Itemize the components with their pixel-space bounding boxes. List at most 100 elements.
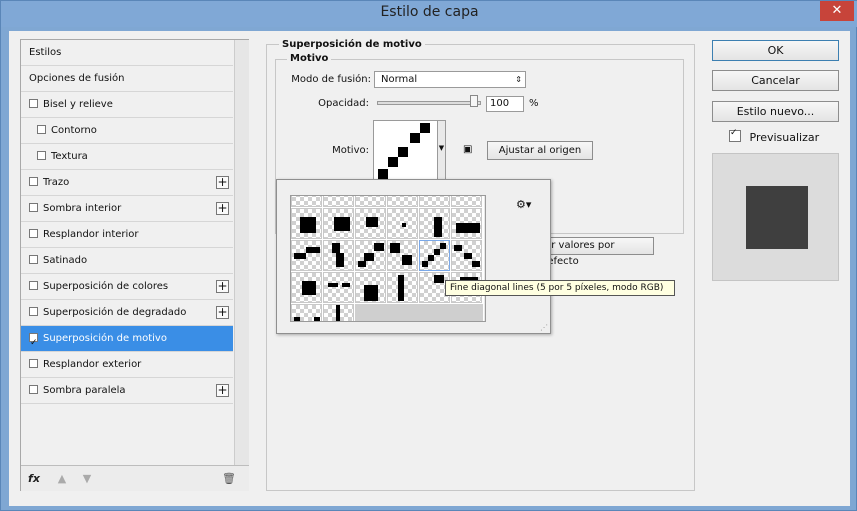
sidebar-item-label: Contorno (51, 125, 97, 136)
opacity-input[interactable]: 100 (486, 96, 524, 112)
gear-icon[interactable]: ⚙▾ (516, 198, 531, 211)
sidebar-item-label: Resplandor interior (43, 229, 139, 240)
cancel-button[interactable]: Cancelar (712, 70, 839, 91)
styles-list-scrollbar[interactable] (234, 40, 249, 465)
pattern-cell[interactable] (387, 272, 418, 303)
blend-mode-label: Modo de fusión: (291, 74, 371, 85)
move-up-icon[interactable]: ▲ (54, 471, 70, 487)
pattern-cell[interactable] (355, 208, 386, 239)
sidebar-item[interactable]: Superposición de motivo (21, 326, 233, 356)
pattern-mark (342, 283, 350, 287)
pattern-grid-empty (355, 304, 483, 321)
pattern-cell[interactable] (387, 240, 418, 271)
pattern-cell[interactable] (355, 240, 386, 271)
sidebar-item[interactable]: Contorno (21, 118, 233, 144)
pattern-cell[interactable] (355, 196, 386, 207)
move-down-icon[interactable]: ▼ (79, 471, 95, 487)
pattern-cell[interactable] (387, 196, 418, 207)
ok-button[interactable]: OK (712, 40, 839, 61)
fx-icon[interactable]: fx (26, 471, 42, 487)
pattern-cell[interactable] (323, 304, 354, 321)
checkbox[interactable] (29, 177, 38, 186)
new-preset-icon[interactable]: ▣ (463, 144, 472, 155)
pattern-cell[interactable] (323, 272, 354, 303)
opacity-label: Opacidad: (318, 98, 369, 109)
pattern-cell[interactable] (355, 272, 386, 303)
checkbox[interactable] (29, 255, 38, 264)
checkbox[interactable] (29, 385, 38, 394)
pattern-cell[interactable] (291, 240, 322, 271)
pattern-cell[interactable] (323, 196, 354, 207)
checkbox[interactable] (29, 229, 38, 238)
pattern-mark (428, 255, 434, 261)
scroll-down-icon[interactable]: ▼ (484, 311, 485, 319)
blend-mode-select[interactable]: Normal ⇕ (374, 71, 526, 88)
pattern-mark (294, 253, 306, 259)
pattern-mark (294, 317, 300, 321)
checkbox[interactable] (37, 125, 46, 134)
pattern-cell[interactable] (291, 208, 322, 239)
pattern-cell[interactable] (451, 196, 482, 207)
sidebar-item[interactable]: Superposición de colores + (21, 274, 233, 300)
pattern-cell[interactable] (387, 208, 418, 239)
sidebar-item[interactable]: Bisel y relieve (21, 92, 233, 118)
pattern-cell[interactable] (323, 208, 354, 239)
pattern-mark (374, 243, 384, 251)
sidebar-item[interactable]: Sombra paralela + (21, 378, 233, 404)
pattern-mark (472, 261, 480, 267)
checkbox[interactable] (29, 359, 38, 368)
snap-to-origin-button[interactable]: Ajustar al origen (487, 141, 593, 160)
pattern-cell[interactable] (419, 208, 450, 239)
sidebar-item[interactable]: Satinado (21, 248, 233, 274)
sidebar-item[interactable]: Resplandor interior (21, 222, 233, 248)
sidebar-item[interactable]: Superposición de degradado + (21, 300, 233, 326)
add-icon[interactable]: + (216, 202, 229, 215)
trash-icon[interactable]: 🗑 (221, 471, 237, 487)
pattern-cell[interactable] (291, 304, 322, 321)
preview-checkbox[interactable]: Previsualizar (729, 128, 819, 144)
pattern-picker-arrow[interactable]: ▼ (437, 120, 446, 181)
pattern-mark (434, 217, 442, 237)
pattern-cell[interactable] (323, 240, 354, 271)
preview-check-icon[interactable] (729, 128, 741, 142)
checkbox[interactable] (29, 281, 38, 290)
checkbox[interactable] (37, 151, 46, 160)
pattern-cell[interactable] (451, 240, 482, 271)
pattern-mark (390, 243, 400, 253)
window-title: Estilo de capa (380, 4, 479, 20)
opacity-slider[interactable] (377, 101, 481, 105)
pattern-grid-scrollbar[interactable]: ▲ ▼ (484, 196, 485, 321)
checkbox[interactable] (29, 331, 38, 356)
checkbox[interactable] (29, 203, 38, 212)
sidebar-item[interactable]: Trazo + (21, 170, 233, 196)
checkbox[interactable] (29, 99, 38, 108)
sidebar-item-label: Satinado (43, 255, 88, 266)
pattern-cell[interactable] (291, 196, 322, 207)
pattern-swatch[interactable] (373, 120, 439, 181)
pattern-cell[interactable] (451, 208, 482, 239)
sidebar-item[interactable]: Sombra interior + (21, 196, 233, 222)
checkbox[interactable] (29, 307, 38, 316)
add-icon[interactable]: + (216, 384, 229, 397)
opacity-slider-thumb[interactable] (470, 95, 478, 107)
add-icon[interactable]: + (216, 306, 229, 319)
new-style-button[interactable]: Estilo nuevo... (712, 101, 839, 122)
reset-defaults-button[interactable]: rar valores por defecto (536, 237, 654, 267)
sidebar-item[interactable]: Estilos (21, 40, 233, 66)
scroll-up-icon[interactable]: ▲ (484, 196, 485, 204)
sidebar-item[interactable]: Textura (21, 144, 233, 170)
title-bar: Estilo de capa ✕ (1, 1, 857, 27)
add-icon[interactable]: + (216, 176, 229, 189)
blend-mode-value: Normal (381, 74, 418, 85)
layer-style-dialog: Estilo de capa ✕ Estilos Opciones de fusi… (0, 0, 857, 511)
pattern-cell[interactable] (291, 272, 322, 303)
pattern-mark (402, 223, 406, 227)
close-icon[interactable]: ✕ (820, 1, 854, 21)
sidebar-item[interactable]: Opciones de fusión (21, 66, 233, 92)
pattern-cell[interactable] (419, 196, 450, 207)
pattern-cell[interactable] (419, 240, 450, 271)
sidebar-item-label: Bisel y relieve (43, 99, 113, 110)
sidebar-item[interactable]: Resplandor exterior (21, 352, 233, 378)
add-icon[interactable]: + (216, 280, 229, 293)
resize-grip-icon[interactable]: ⋰ (540, 323, 548, 332)
